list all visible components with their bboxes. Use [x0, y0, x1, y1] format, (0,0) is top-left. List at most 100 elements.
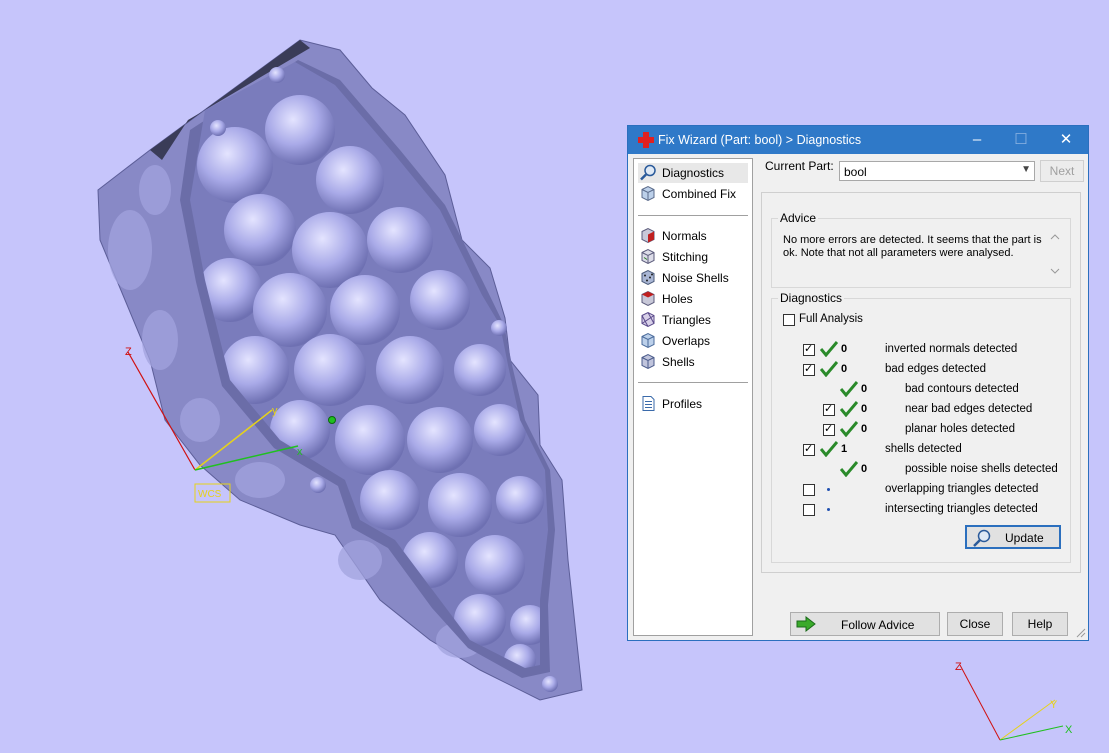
- advice-group: Advice No more errors are detected. It s…: [771, 211, 1071, 288]
- pending-dot-icon: [827, 488, 830, 491]
- red-cross-icon: [638, 132, 654, 148]
- help-button[interactable]: Help: [1012, 612, 1068, 636]
- near-bad-edges-checkbox[interactable]: ✓: [823, 403, 835, 416]
- bad-edges-label: bad edges detected: [885, 363, 987, 375]
- svg-text:x: x: [297, 446, 303, 458]
- nav-label-noise-shells: Noise Shells: [662, 271, 729, 285]
- orientation-triad: Z Y X: [955, 661, 1073, 741]
- close-window-button[interactable]: ✕: [1044, 126, 1088, 154]
- near-bad-edges-count: 0: [861, 403, 868, 415]
- ok-check-icon: [840, 381, 858, 397]
- full-analysis-checkbox[interactable]: [783, 314, 795, 326]
- close-button[interactable]: Close: [947, 612, 1003, 636]
- update-button[interactable]: Update: [965, 525, 1061, 549]
- next-button[interactable]: Next: [1040, 160, 1084, 182]
- advice-scrollbar[interactable]: [1048, 233, 1062, 275]
- magnifier-icon: [973, 529, 991, 547]
- chevron-down-icon: ▼: [1021, 164, 1031, 175]
- noise-shells-label: possible noise shells detected: [905, 463, 1058, 475]
- inverted-normals-label: inverted normals detected: [885, 343, 1018, 355]
- nav-item-overlaps[interactable]: Overlaps: [638, 331, 748, 351]
- wcs-label: WCS: [198, 489, 222, 500]
- follow-advice-label: Follow Advice: [841, 618, 915, 632]
- ok-check-icon: [840, 461, 858, 477]
- nav-label-shells: Shells: [662, 355, 695, 369]
- nav-item-triangles[interactable]: Triangles: [638, 310, 748, 330]
- svg-text:y: y: [272, 405, 278, 417]
- bad-contours-count: 0: [861, 383, 868, 395]
- planar-holes-count: 0: [861, 423, 868, 435]
- near-bad-edges-label: near bad edges detected: [905, 403, 1033, 415]
- cube-icon: [641, 185, 655, 202]
- overlaps-cube-icon: [641, 332, 655, 349]
- nav-item-normals[interactable]: Normals: [638, 226, 748, 246]
- minimize-button[interactable]: –: [955, 126, 999, 154]
- maximize-button[interactable]: ☐: [999, 126, 1043, 154]
- resize-grip-icon[interactable]: [1076, 628, 1086, 638]
- nav-item-combined-fix[interactable]: Combined Fix: [638, 184, 748, 204]
- shells-count: 1: [841, 443, 848, 455]
- update-label: Update: [1005, 531, 1044, 545]
- triad-z-label: Z: [955, 661, 962, 673]
- fix-wizard-dialog: Fix Wizard (Part: bool) > Diagnostics – …: [627, 125, 1089, 641]
- ok-check-icon: [820, 361, 838, 377]
- inverted-normals-checkbox[interactable]: ✓: [803, 343, 815, 356]
- nav-label-profiles: Profiles: [662, 397, 703, 411]
- pending-dot-icon: [827, 508, 830, 511]
- svg-text:Z: Z: [125, 346, 132, 358]
- ok-check-icon: [840, 421, 858, 437]
- window-title: Fix Wizard (Part: bool) > Diagnostics: [658, 133, 862, 147]
- nav-item-stitching[interactable]: Stitching: [638, 247, 748, 267]
- nav-label-holes: Holes: [662, 292, 693, 306]
- bad-edges-checkbox[interactable]: ✓: [803, 363, 815, 376]
- nav-label-triangles: Triangles: [662, 313, 711, 327]
- stitching-cube-icon: [641, 248, 655, 265]
- planar-holes-checkbox[interactable]: ✓: [823, 423, 835, 436]
- follow-advice-button[interactable]: Follow Advice: [790, 612, 940, 636]
- nav-item-holes[interactable]: Holes: [638, 289, 748, 309]
- shells-cube-icon: [641, 353, 655, 370]
- holes-cube-icon: [641, 290, 655, 307]
- triad-x-label: X: [1065, 724, 1073, 736]
- nav-divider: [638, 215, 748, 216]
- current-part-label: Current Part:: [765, 159, 834, 173]
- triad-y-label: Y: [1050, 699, 1058, 711]
- nav-label-combined-fix: Combined Fix: [662, 187, 737, 201]
- diagnostics-title: Diagnostics: [778, 291, 845, 305]
- normals-cube-icon: [641, 227, 655, 244]
- ok-check-icon: [820, 341, 838, 357]
- triangles-cube-icon: [641, 311, 655, 328]
- noise-shells-count: 0: [861, 463, 868, 475]
- current-part-value: bool: [844, 165, 867, 179]
- bad-contours-label: bad contours detected: [905, 383, 1019, 395]
- intersecting-triangles-label: intersecting triangles detected: [885, 503, 1038, 515]
- shells-checkbox[interactable]: ✓: [803, 443, 815, 456]
- overlapping-triangles-label: overlapping triangles detected: [885, 483, 1039, 495]
- diagnostics-group: Diagnostics Full Analysis ✓ 0 inverted n…: [771, 291, 1071, 563]
- nav-item-shells[interactable]: Shells: [638, 352, 748, 372]
- nav-item-profiles[interactable]: Profiles: [638, 394, 748, 414]
- advice-text: No more errors are detected. It seems th…: [783, 234, 1042, 259]
- bad-edges-count: 0: [841, 363, 848, 375]
- magnifier-icon: [640, 164, 656, 181]
- wizard-nav: Diagnostics Combined Fix Normals Stitchi…: [633, 158, 753, 636]
- current-part-select[interactable]: bool ▼: [839, 161, 1035, 181]
- nav-label-stitching: Stitching: [662, 250, 709, 264]
- nav-item-diagnostics[interactable]: Diagnostics: [638, 163, 748, 183]
- intersecting-triangles-checkbox[interactable]: [803, 504, 815, 516]
- diagnostics-panel: Advice No more errors are detected. It s…: [761, 192, 1081, 573]
- green-arrow-icon: [796, 616, 816, 632]
- inverted-normals-count: 0: [841, 343, 848, 355]
- nav-label-normals: Normals: [662, 229, 707, 243]
- noise-shells-icon: [641, 269, 655, 286]
- title-bar[interactable]: Fix Wizard (Part: bool) > Diagnostics – …: [628, 126, 1088, 154]
- nav-item-noise-shells[interactable]: Noise Shells: [638, 268, 748, 288]
- overlapping-triangles-checkbox[interactable]: [803, 484, 815, 496]
- document-icon: [642, 396, 655, 411]
- nav-divider: [638, 382, 748, 383]
- ok-check-icon: [820, 441, 838, 457]
- ok-check-icon: [840, 401, 858, 417]
- full-analysis-label: Full Analysis: [799, 313, 863, 325]
- nav-label-diagnostics: Diagnostics: [662, 166, 725, 180]
- advice-title: Advice: [778, 211, 819, 225]
